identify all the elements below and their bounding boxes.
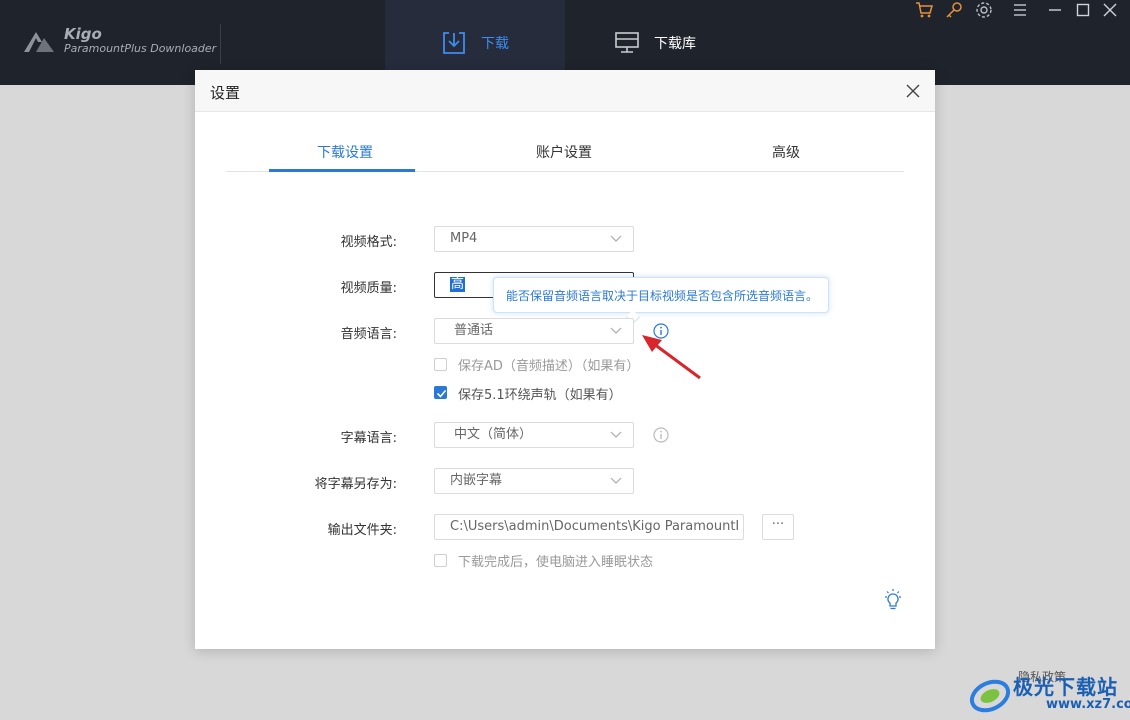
tab-advanced[interactable]: 高级 [772, 142, 800, 162]
settings-dialog: 设置 下载设置 账户设置 高级 视频格式: MP4 视频质量: 高 能否保留音频… [195, 70, 935, 649]
minimize-icon[interactable] [1045, 0, 1065, 20]
active-tab-underline [269, 169, 415, 172]
save-subtitle-value: 内嵌字幕 [450, 473, 503, 488]
download-icon [443, 31, 465, 54]
audio-language-select[interactable]: 普通话 [434, 318, 634, 344]
save-subtitle-select[interactable]: 内嵌字幕 [434, 468, 634, 494]
key-icon[interactable] [944, 0, 964, 20]
subtitle-language-value: 中文（简体） [454, 427, 533, 442]
nav-library-label: 下载库 [654, 35, 696, 52]
kigo-logo-icon [24, 32, 54, 52]
checkmark-icon [436, 389, 447, 398]
watermark-url: www.xz7.com [1046, 697, 1130, 712]
output-folder-input[interactable]: C:\Users\admin\Documents\Kigo ParamountI [434, 514, 744, 540]
video-quality-value: 高 [450, 277, 466, 292]
cart-icon[interactable] [914, 0, 934, 20]
watermark: 隐私政策 极光下载站 www.xz7.com [968, 666, 1130, 720]
audio-language-tooltip: 能否保留音频语言取决于目标视频是否包含所选音频语言。 [493, 277, 829, 325]
app-subtitle: ParamountPlus Downloader [64, 42, 217, 55]
tooltip-text: 能否保留音频语言取决于目标视频是否包含所选音频语言。 [506, 289, 819, 303]
tab-download-settings[interactable]: 下载设置 [317, 142, 373, 162]
sleep-after-checkbox[interactable] [434, 554, 447, 567]
chevron-down-icon [610, 327, 622, 334]
app-name: Kigo [64, 25, 102, 43]
library-icon [615, 31, 639, 53]
sleep-after-label: 下载完成后，使电脑进入睡眠状态 [458, 555, 654, 570]
title-divider [220, 24, 221, 64]
video-format-label: 视频格式: [340, 235, 397, 250]
subtitle-language-label: 字幕语言: [340, 431, 397, 446]
tab-account-settings[interactable]: 账户设置 [536, 142, 592, 162]
output-folder-label: 输出文件夹: [327, 523, 397, 538]
close-icon[interactable] [905, 83, 921, 99]
audio-language-label: 音频语言: [340, 327, 397, 342]
keep-51-label: 保存5.1环绕声轨（如果有） [458, 388, 622, 403]
watermark-text: 极光下载站 [1013, 675, 1118, 699]
save-subtitle-label: 将字幕另存为: [314, 477, 397, 492]
close-window-icon[interactable] [1100, 0, 1120, 20]
lightbulb-icon[interactable] [882, 588, 904, 612]
browse-button[interactable]: ··· [762, 514, 794, 540]
keep-51-checkbox[interactable] [434, 386, 447, 399]
watermark-logo-icon [969, 679, 1011, 713]
chevron-down-icon [610, 477, 622, 484]
video-format-select[interactable]: MP4 [434, 226, 634, 252]
dialog-header: 设置 [195, 70, 935, 112]
video-quality-label: 视频质量: [340, 281, 397, 296]
subtitle-language-select[interactable]: 中文（简体） [434, 422, 634, 448]
chevron-down-icon [610, 431, 622, 438]
audio-language-value: 普通话 [454, 323, 494, 338]
info-icon[interactable] [653, 427, 669, 443]
nav-download-label: 下载 [481, 35, 509, 52]
menu-icon[interactable] [1010, 0, 1030, 20]
keep-ad-checkbox[interactable] [434, 358, 447, 371]
maximize-icon[interactable] [1073, 0, 1093, 20]
app-logo: Kigo ParamountPlus Downloader [22, 26, 216, 56]
keep-ad-label: 保存AD（音频描述）（如果有） [458, 359, 640, 374]
settings-tabs: 下载设置 账户设置 高级 [226, 130, 904, 172]
video-format-value: MP4 [450, 231, 478, 246]
dialog-title: 设置 [210, 84, 241, 102]
annotation-arrow-icon [642, 335, 701, 380]
gear-icon[interactable] [974, 0, 994, 20]
chevron-down-icon [610, 235, 622, 242]
